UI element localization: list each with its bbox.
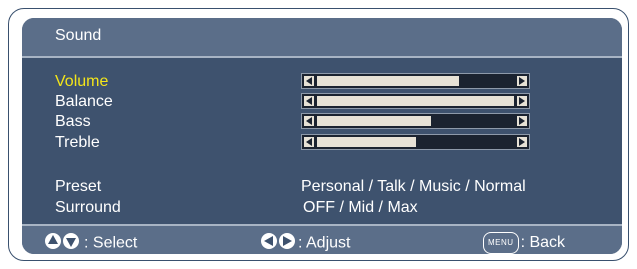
treble-slider[interactable]	[301, 134, 530, 150]
treble-label[interactable]: Treble	[55, 134, 100, 152]
preset-label[interactable]: Preset	[55, 178, 101, 196]
sound-menu-panel: Sound Volume Balance Bass Treble Preset …	[22, 18, 622, 254]
back-hint-text: : Back	[520, 234, 566, 252]
right-arrow-icon[interactable]	[517, 137, 527, 147]
menu-content: Volume Balance Bass Treble Preset Person…	[22, 60, 622, 224]
preset-options[interactable]: Personal / Talk / Music / Normal	[301, 178, 526, 196]
select-hint-text: : Select	[84, 234, 138, 252]
balance-slider[interactable]	[301, 93, 530, 109]
surround-options[interactable]: OFF / Mid / Max	[303, 199, 418, 217]
left-arrow-icon[interactable]	[304, 76, 314, 86]
right-arrow-icon[interactable]	[517, 96, 527, 106]
adjust-hint-text: : Adjust	[298, 234, 351, 252]
menu-title: Sound	[55, 27, 102, 44]
volume-label[interactable]: Volume	[55, 73, 108, 91]
left-arrow-icon[interactable]	[304, 96, 314, 106]
menu-footer: : Select : Adjust MENU: Back	[22, 224, 622, 254]
bass-label[interactable]: Bass	[55, 113, 91, 131]
left-arrow-icon[interactable]	[304, 137, 314, 147]
footer-back-hint: MENU: Back	[483, 232, 565, 254]
menu-header: Sound	[22, 18, 622, 58]
footer-select-hint: : Select	[44, 232, 137, 254]
balance-label[interactable]: Balance	[55, 93, 113, 111]
right-arrow-icon[interactable]	[517, 76, 527, 86]
surround-label[interactable]: Surround	[55, 199, 121, 217]
menu-button-icon: MENU	[483, 232, 519, 254]
volume-level	[317, 76, 459, 86]
bass-slider[interactable]	[301, 113, 530, 129]
up-down-circle-icon	[44, 232, 84, 254]
bass-level	[317, 116, 432, 126]
treble-level	[317, 137, 416, 147]
left-arrow-icon[interactable]	[304, 116, 314, 126]
left-right-circle-icon	[260, 232, 298, 254]
footer-adjust-hint: : Adjust	[260, 232, 350, 254]
right-arrow-icon[interactable]	[517, 116, 527, 126]
volume-slider[interactable]	[301, 73, 530, 89]
balance-level	[317, 96, 514, 106]
